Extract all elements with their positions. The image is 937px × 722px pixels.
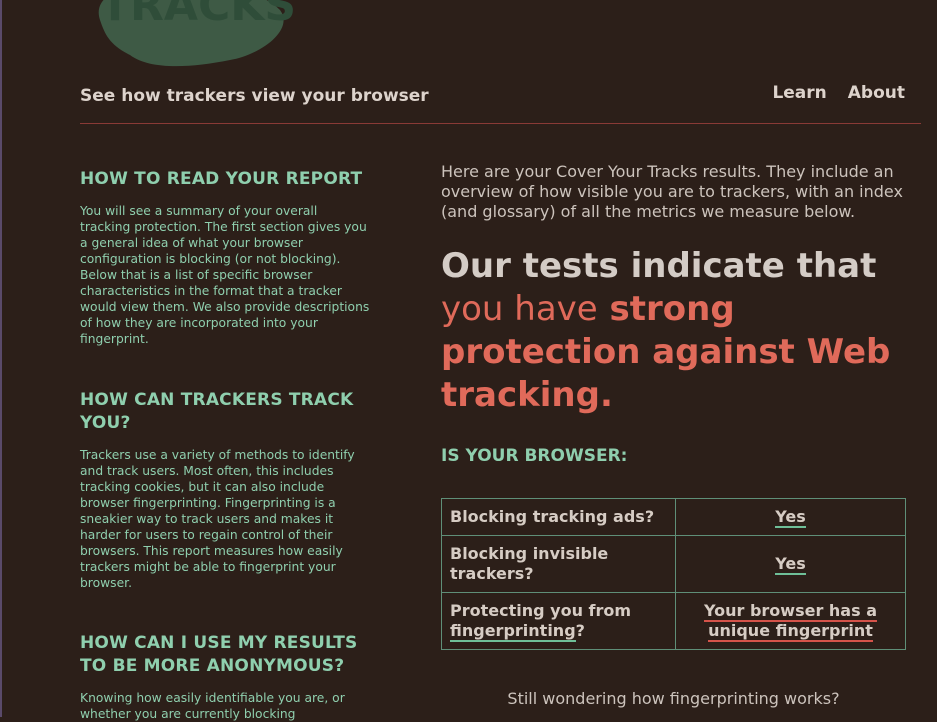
section-body: You will see a summary of your overall t… [80, 204, 370, 346]
verdict-prefix: Our tests indicate that [441, 246, 877, 286]
result-answer-cell: Yes [675, 535, 906, 593]
section-body: Trackers use a variety of methods to ide… [80, 448, 355, 590]
result-answer-link[interactable]: Yes [775, 554, 806, 575]
window-edge [0, 0, 2, 717]
fingerprinting-prompt: Still wondering how fingerprinting works… [507, 689, 840, 708]
result-question: Blocking tracking ads? [441, 498, 676, 536]
section-heading: HOW CAN TRACKERS TRACK YOU? [80, 390, 354, 433]
question-prefix: Protecting you from [450, 601, 632, 620]
question-suffix: ? [575, 621, 585, 640]
verdict-suffix: . [599, 375, 613, 415]
site-logo[interactable]: TRACKS [80, 0, 320, 70]
read-report-section: HOW TO READ YOUR REPORT You will see a s… [80, 168, 370, 347]
result-answer-link[interactable]: Yes [775, 507, 806, 528]
nav-learn-link[interactable]: Learn [772, 83, 826, 103]
section-heading: HOW CAN I USE MY RESULTS TO BE MORE ANON… [80, 633, 358, 676]
result-answer-cell: Yes [675, 498, 906, 536]
nav-about-link[interactable]: About [848, 83, 905, 103]
section-body: Knowing how easily identifiable you are,… [80, 691, 345, 721]
table-row: Blocking tracking ads? Yes [441, 498, 906, 536]
more-anonymous-section: HOW CAN I USE MY RESULTS TO BE MORE ANON… [80, 632, 370, 722]
results-panel: Here are your Cover Your Tracks results.… [441, 162, 911, 650]
result-question: Blocking invisible trackers? [441, 535, 676, 593]
result-answer-link[interactable]: Your browser has a unique fingerprint [704, 601, 877, 642]
site-tagline: See how trackers view your browser [80, 86, 429, 106]
protection-verdict: Our tests indicate that you have strong … [441, 245, 911, 417]
browser-subhead: IS YOUR BROWSER: [441, 446, 628, 466]
fingerprinting-glossary-link[interactable]: fingerprinting [450, 621, 576, 642]
verdict-middle: you have [441, 289, 598, 329]
results-intro: Here are your Cover Your Tracks results.… [441, 162, 903, 221]
table-row: Blocking invisible trackers? Yes [441, 535, 906, 593]
logo-text: TRACKS [100, 0, 296, 31]
header-divider [80, 123, 921, 124]
top-nav: Learn About [772, 83, 905, 103]
results-table: Blocking tracking ads? Yes Blocking invi… [441, 498, 906, 650]
table-row: Protecting you from fingerprinting? Your… [441, 592, 906, 650]
section-heading: HOW TO READ YOUR REPORT [80, 169, 363, 189]
how-trackers-track-section: HOW CAN TRACKERS TRACK YOU? Trackers use… [80, 389, 370, 591]
result-question: Protecting you from fingerprinting? [441, 592, 676, 650]
result-answer-cell: Your browser has a unique fingerprint [675, 592, 906, 650]
